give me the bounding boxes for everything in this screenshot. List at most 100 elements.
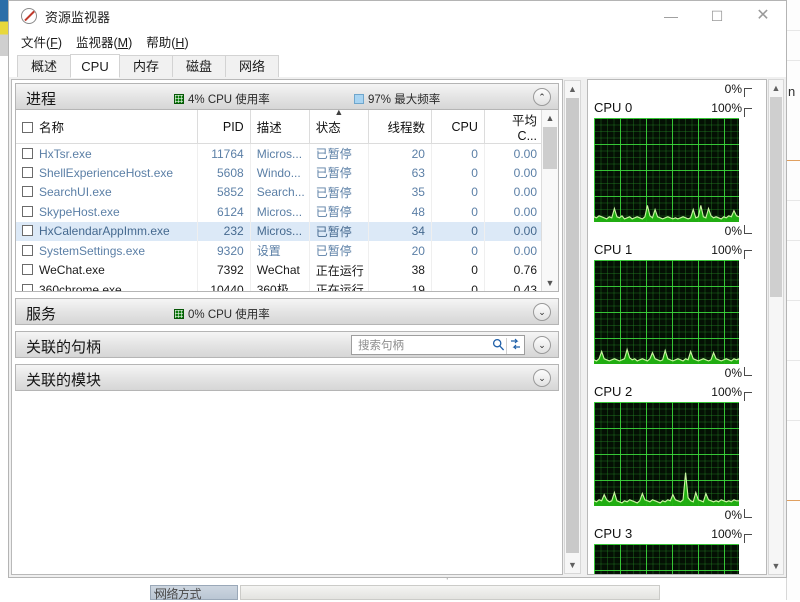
cpu-graph-plot-wrap-3 [588,544,766,574]
table-row[interactable]: SearchUI.exe 5852 Search... 已暂停 35 0 0.00 [16,182,545,202]
row-checkbox[interactable] [22,244,33,256]
refresh-icon[interactable] [506,338,523,354]
expand-handles-chevron-down-icon[interactable]: ⌄ [533,336,551,354]
cpu-graphs-scroll-up-icon[interactable]: ▲ [769,80,783,96]
process-name: ShellExperienceHost.exe [39,165,174,180]
section-services-title: 服务 [26,306,57,323]
cpu-graph-2: CPU 2 100% 0% [588,383,766,525]
cell-name: SystemSettings.exe [16,241,198,261]
process-scroll-up-icon[interactable]: ▲ [542,110,558,126]
process-table-scrollbar[interactable]: ▲ ▼ [541,110,558,291]
column-header-name[interactable]: 名称 [16,110,198,144]
cpu-graph-max-label: 100% [711,101,742,115]
cell-status: 已暂停 [309,163,369,183]
row-checkbox[interactable] [22,166,33,178]
cpu-usage-swatch-icon [174,94,184,104]
menu-item-2[interactable]: 监视器(M) [76,32,132,54]
table-row[interactable]: HxCalendarAppImm.exe 232 Micros... 已暂停 34 0 0.… [16,221,545,241]
menu-item-label: 监视器(M) [75,36,133,50]
section-services-header[interactable]: 服务 0% CPU 使用率 ⌄ [15,298,559,325]
row-checkbox[interactable] [22,147,33,159]
row-checkbox[interactable] [22,283,33,291]
window-titlebar[interactable]: 资源监视器 — ☐ ✕ [9,1,786,32]
cpu-graph-plot-2 [594,402,739,506]
column-header-label: 名称 [39,121,65,135]
process-scrollbar-thumb[interactable] [543,127,557,169]
tab-1[interactable]: 概述 [17,55,71,77]
column-header-desc[interactable]: 描述 [250,110,310,144]
select-all-checkbox[interactable] [22,122,33,133]
section-services: 服务 0% CPU 使用率 ⌄ [15,298,559,325]
tab-2[interactable]: CPU [70,54,120,78]
legend-cpu-usage-label: 4% CPU 使用率 [188,94,270,106]
section-handles-header[interactable]: 关联的句柄 ⌄ [15,331,559,358]
cpu-graph-plot-0 [594,118,739,222]
section-processes-header[interactable]: 进程 4% CPU 使用率 97% 最大频率 ⌃ [15,83,559,110]
left-pane-scrollbar-thumb[interactable] [566,98,579,553]
row-checkbox[interactable] [22,186,33,198]
cpu-graphs-scrollbar-thumb[interactable] [770,97,782,297]
cell-cpu: 0 [431,280,485,291]
cpu-graphs-scrollbar[interactable]: ▲ ▼ [768,79,784,575]
search-icon[interactable] [490,338,506,354]
process-table-header-row: 名称 PID 描述 ▲ 状态 线程数 CPU 平均 C... [16,110,545,144]
row-checkbox[interactable] [22,225,33,237]
background-window-right: n [786,0,800,600]
cpu-graph-plot-1 [594,260,739,364]
cell-name: HxTsr.exe [16,143,198,163]
legend-services-cpu-usage: 0% CPU 使用率 [174,306,270,322]
table-row[interactable]: ShellExperienceHost.exe 5608 Windo... 已暂停 63… [16,163,545,183]
expand-services-chevron-down-icon[interactable]: ⌄ [533,303,551,321]
cell-threads: 20 [368,143,432,163]
tab-5[interactable]: 网络 [225,55,279,77]
process-table-container: 名称 PID 描述 ▲ 状态 线程数 CPU 平均 C... HxTsr.exe 11764 Mi… [15,110,559,292]
column-header-pid[interactable]: PID [197,110,251,144]
cell-avgcpu: 0.00 [484,163,545,183]
table-row[interactable]: HxTsr.exe 11764 Micros... 已暂停 20 0 0.00 [16,143,545,163]
row-checkbox[interactable] [22,264,33,276]
expand-modules-chevron-down-icon[interactable]: ⌄ [533,369,551,387]
menu-item-1[interactable]: 文件(F) [21,32,62,54]
cell-avgcpu: 0.00 [484,241,545,261]
tab-3[interactable]: 内存 [119,55,173,77]
left-pane-scroll-down-icon[interactable]: ▼ [565,557,580,573]
cell-threads: 48 [368,202,432,222]
process-scroll-down-icon[interactable]: ▼ [542,275,558,291]
max-frequency-swatch-icon [354,94,364,104]
cell-name: 360chrome.exe [16,280,198,291]
section-modules-header[interactable]: 关联的模块 ⌄ [15,364,559,391]
column-header-status[interactable]: ▲ 状态 [309,110,369,144]
cpu-graph-list: CPU 0 100% 0% CPU 1 100% 0% CPU 2 100% 0% CPU 3 10… [588,99,766,574]
table-row[interactable]: WeChat.exe 7392 WeChat 正在运行 38 0 0.76 [16,260,545,280]
cell-threads: 19 [368,280,432,291]
cell-cpu: 0 [431,163,485,183]
column-header-cpu[interactable]: CPU [431,110,485,144]
cpu-graph-header-2: CPU 2 100% [588,383,766,402]
table-row[interactable]: 360chrome.exe 10440 360极... 正在运行 19 0 0.43 [16,280,545,291]
section-processes-title: 进程 [26,91,57,108]
maximize-button[interactable]: ☐ [694,1,740,31]
row-checkbox[interactable] [22,205,33,217]
tab-label: 内存 [132,59,159,74]
left-pane-scrollbar[interactable]: ▲ ▼ [564,80,581,574]
handle-search-box[interactable] [351,335,525,355]
column-header-label: 平均 C... [511,114,537,143]
table-row[interactable]: SkypeHost.exe 6124 Micros... 已暂停 48 0 0.00 [16,202,545,222]
menu-item-3[interactable]: 帮助(H) [146,32,188,54]
close-button[interactable]: ✕ [740,1,786,31]
cpu-graph-plot-3 [594,544,739,574]
cpu-graphs-scroll-down-icon[interactable]: ▼ [769,558,783,574]
search-input[interactable] [356,337,480,355]
column-header-avgcpu[interactable]: 平均 C... [484,110,545,144]
cpu-graph-title: CPU 3 [594,526,633,541]
table-row[interactable]: SystemSettings.exe 9320 设置 已暂停 20 0 0.00 [16,241,545,261]
collapse-processes-chevron-up-icon[interactable]: ⌃ [533,88,551,106]
left-pane-scroll-up-icon[interactable]: ▲ [565,81,580,97]
cpu-graph-min-label: 0% [724,508,742,522]
minimize-button[interactable]: — [648,1,694,31]
column-header-threads[interactable]: 线程数 [368,110,432,144]
process-name: SkypeHost.exe [39,204,120,219]
tab-label: 概述 [30,59,57,74]
tab-4[interactable]: 磁盘 [172,55,226,77]
cell-desc: Micros... [250,143,310,163]
